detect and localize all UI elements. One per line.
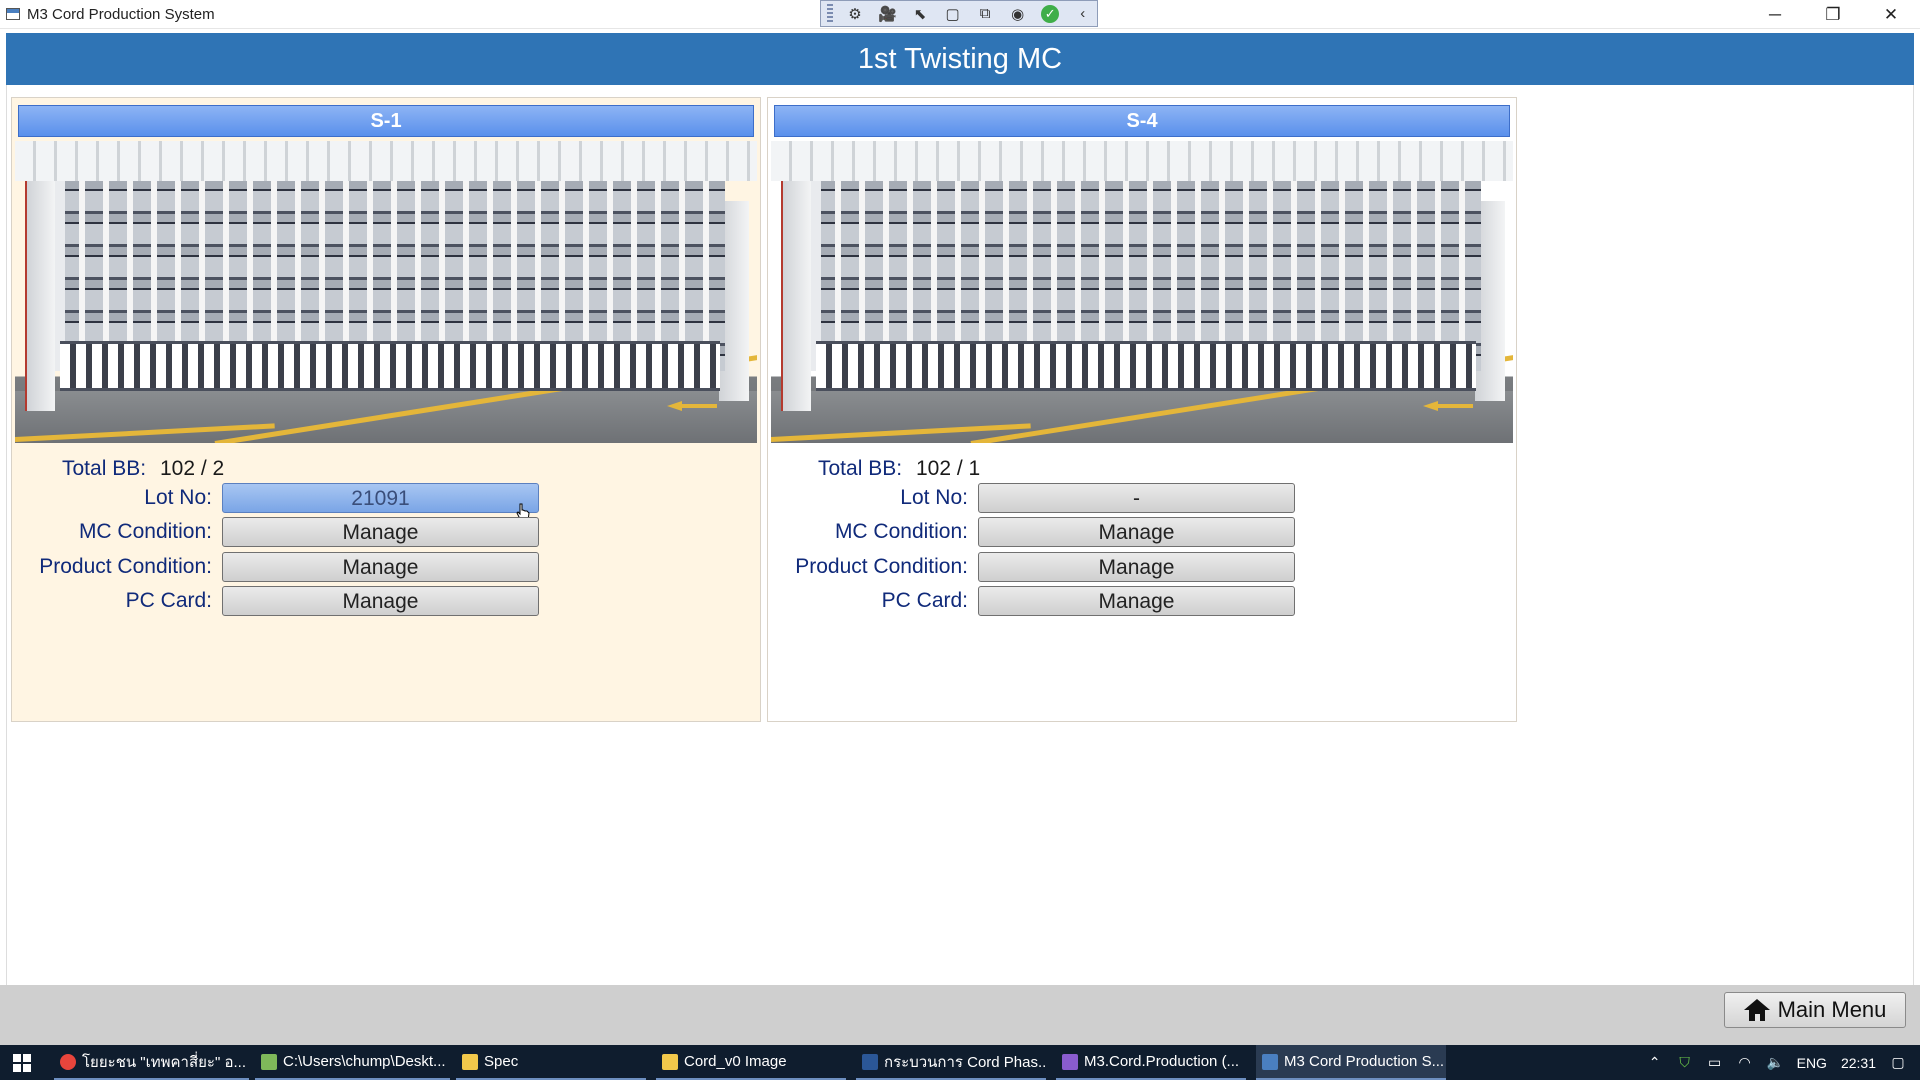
app-window-icon — [1262, 1053, 1278, 1070]
window-titlebar: M3 Cord Production System ⚙ 🎥 ⬉ ▢ ⧉ ◉ ✓ … — [0, 0, 1920, 29]
audio-icon[interactable]: ◉ — [1003, 2, 1032, 25]
collapse-icon[interactable]: ‹ — [1068, 2, 1097, 25]
wifi-icon[interactable]: ◠ — [1737, 1054, 1753, 1071]
record-settings-icon[interactable]: ⚙ — [841, 2, 870, 25]
notepad-icon — [261, 1053, 277, 1070]
pc-card-manage-button[interactable]: Manage — [222, 586, 539, 616]
visual-studio-icon — [1062, 1053, 1078, 1070]
lot-no-label: Lot No: — [900, 486, 968, 509]
mc-condition-label: MC Condition: — [834, 520, 968, 543]
lot-no-button[interactable]: - — [978, 483, 1295, 513]
twisting-machine-photo — [771, 141, 1513, 443]
notification-icon[interactable]: ▢ — [1890, 1054, 1906, 1071]
lot-no-button[interactable]: 21091 — [222, 483, 539, 513]
main-menu-button[interactable]: Main Menu — [1724, 992, 1906, 1028]
machine-card-s1[interactable]: S-1 Total BB: 102 / 2 Lot No: 21091 MC C… — [11, 97, 761, 722]
start-button[interactable] — [0, 1045, 44, 1080]
taskbar-item-notepad[interactable]: C:\Users\chump\Deskt... — [255, 1045, 450, 1080]
toolbar-grip-handle[interactable] — [827, 3, 833, 24]
restore-button[interactable]: ❐ — [1804, 0, 1862, 29]
total-bb-row: Total BB: 102 / 2 — [12, 455, 612, 483]
clock[interactable]: 22:31 — [1841, 1055, 1876, 1071]
select-pointer-icon[interactable]: ⬉ — [906, 2, 935, 25]
window-controls: ─ ❐ ✕ — [1746, 0, 1920, 29]
app-window-icon — [6, 8, 20, 20]
chrome-icon — [60, 1053, 76, 1070]
lot-no-label: Lot No: — [144, 486, 212, 509]
volume-icon[interactable]: 🔈 — [1767, 1054, 1784, 1071]
folder-icon — [462, 1053, 478, 1070]
footer-bar — [0, 985, 1920, 1045]
machine-panel-area: S-1 Total BB: 102 / 2 Lot No: 21091 MC C… — [6, 85, 1914, 985]
taskbar-item-visual-studio[interactable]: M3.Cord.Production (... — [1056, 1045, 1246, 1080]
total-bb-value: 102 / 2 — [160, 457, 225, 480]
windows-taskbar: โยยะชน "เทพคาสี่ยะ" อ... C:\Users\chump\… — [0, 1045, 1920, 1080]
pc-card-manage-button[interactable]: Manage — [978, 586, 1295, 616]
window-title: M3 Cord Production System — [27, 6, 215, 23]
windows-logo-icon — [13, 1053, 31, 1072]
video-icon[interactable]: 🎥 — [873, 2, 902, 25]
machine-card-s4[interactable]: S-4 Total BB: 102 / 1 Lot No: - MC Condi… — [767, 97, 1517, 722]
pc-card-label: PC Card: — [881, 589, 968, 612]
machine-card-title: S-1 — [18, 105, 754, 137]
machine-card-title: S-4 — [774, 105, 1510, 137]
product-condition-label: Product Condition: — [795, 555, 968, 578]
capture-icon[interactable]: ⧉ — [971, 2, 1000, 25]
mc-condition-manage-button[interactable]: Manage — [222, 517, 539, 547]
mc-condition-manage-button[interactable]: Manage — [978, 517, 1295, 547]
home-icon — [1743, 999, 1770, 1021]
taskbar-item-spec-folder[interactable]: Spec — [456, 1045, 646, 1080]
total-bb-value: 102 / 1 — [916, 457, 981, 480]
pc-card-label: PC Card: — [125, 589, 212, 612]
close-button[interactable]: ✕ — [1862, 0, 1920, 29]
show-hidden-icons-icon[interactable]: ⌃ — [1647, 1054, 1663, 1071]
taskbar-item-cord-image-folder[interactable]: Cord_v0 Image — [656, 1045, 846, 1080]
taskbar-item-word[interactable]: กระบวนการ Cord Phas... — [856, 1045, 1046, 1080]
product-condition-label: Product Condition: — [39, 555, 212, 578]
total-bb-row: Total BB: 102 / 1 — [768, 455, 1368, 483]
battery-icon[interactable]: ▭ — [1707, 1054, 1723, 1071]
product-condition-manage-button[interactable]: Manage — [222, 552, 539, 582]
screen-recorder-toolbar: ⚙ 🎥 ⬉ ▢ ⧉ ◉ ✓ ‹ — [820, 0, 1098, 27]
twisting-machine-photo — [15, 141, 757, 443]
main-menu-label: Main Menu — [1777, 997, 1887, 1022]
page-title: 1st Twisting MC — [6, 33, 1914, 85]
language-indicator[interactable]: ENG — [1797, 1055, 1827, 1071]
folder-icon — [662, 1053, 678, 1070]
taskbar-item-chrome[interactable]: โยยะชน "เทพคาสี่ยะ" อ... — [54, 1045, 249, 1080]
region-icon[interactable]: ▢ — [938, 2, 967, 25]
product-condition-manage-button[interactable]: Manage — [978, 552, 1295, 582]
word-icon — [862, 1053, 878, 1070]
mc-condition-label: MC Condition: — [78, 520, 212, 543]
total-bb-label: Total BB: — [818, 457, 903, 480]
total-bb-label: Total BB: — [62, 457, 147, 480]
taskbar-item-m3-cord[interactable]: M3 Cord Production S... — [1256, 1045, 1446, 1080]
system-tray: ⌃ ⛉ ▭ ◠ 🔈 ENG 22:31 ▢ — [1647, 1045, 1920, 1080]
confirm-icon[interactable]: ✓ — [1036, 2, 1065, 25]
security-icon[interactable]: ⛉ — [1677, 1054, 1693, 1071]
minimize-button[interactable]: ─ — [1746, 0, 1804, 29]
